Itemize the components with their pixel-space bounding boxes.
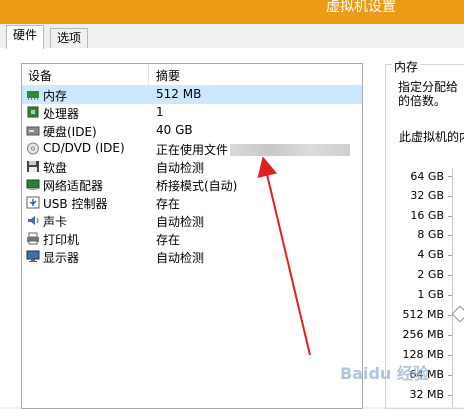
watermark: Baidu 经验 xyxy=(340,364,429,383)
annotation-arrow xyxy=(257,156,311,356)
tab-hardware[interactable]: 硬件 xyxy=(6,25,45,49)
